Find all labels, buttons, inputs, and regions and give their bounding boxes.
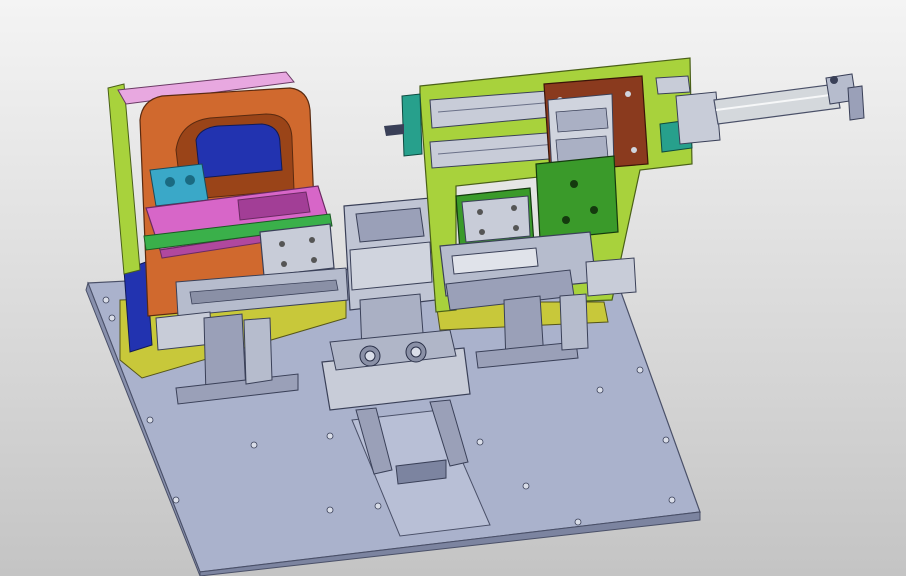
pneumatic-cylinder bbox=[655, 73, 865, 153]
cad-viewport[interactable] bbox=[0, 0, 906, 576]
cad-assembly-model[interactable] bbox=[0, 0, 906, 576]
